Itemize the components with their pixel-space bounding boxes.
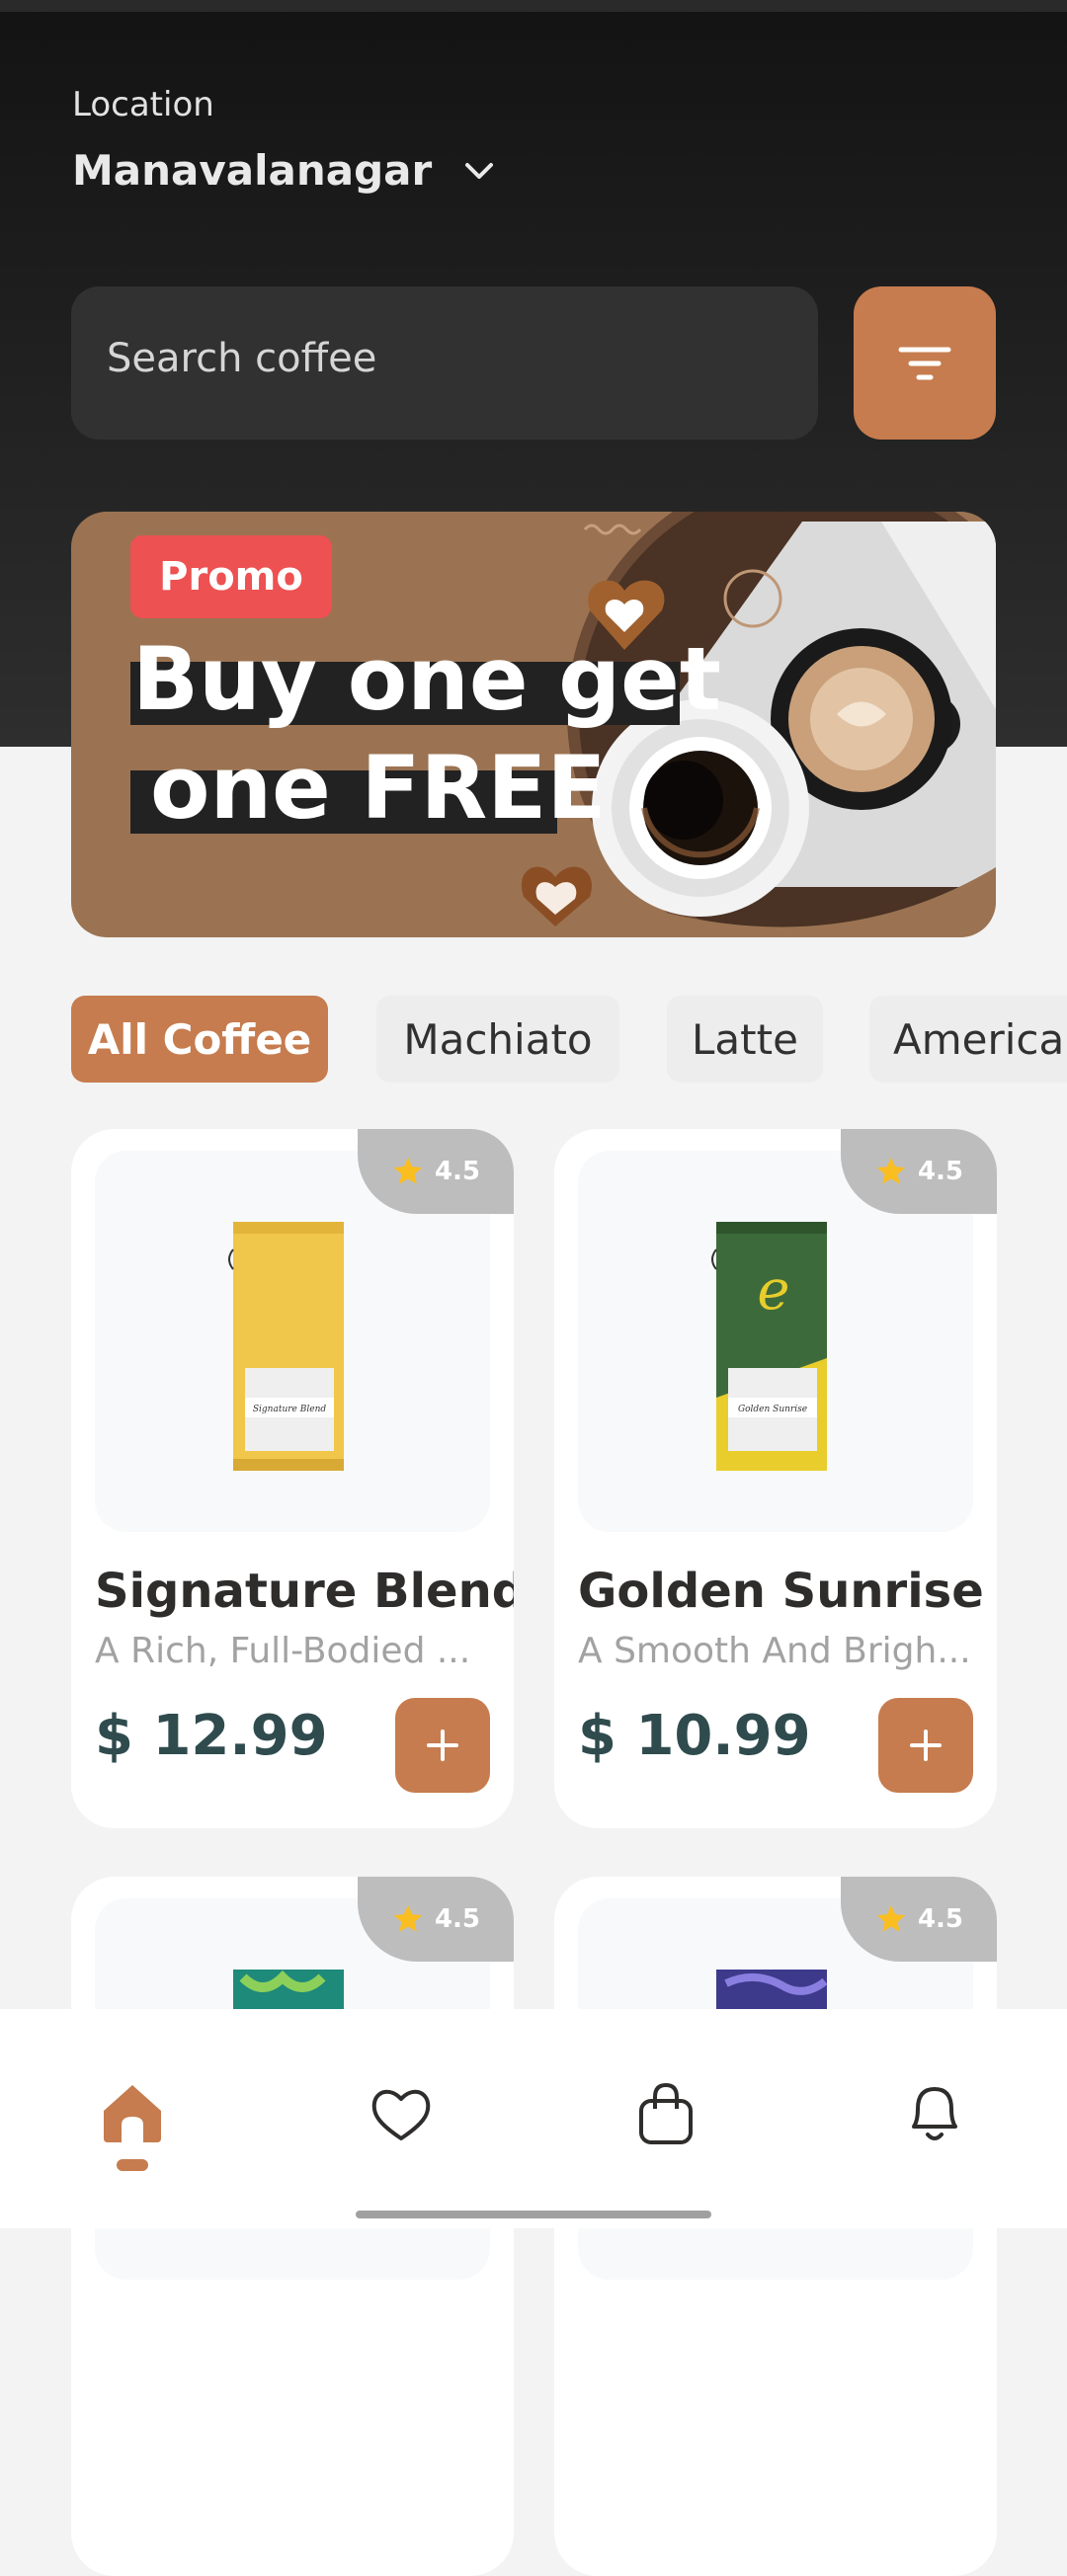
bag-label: Golden Sunrise	[738, 1405, 807, 1414]
search-input[interactable]: Search coffee	[71, 286, 818, 440]
filter-icon	[898, 347, 951, 379]
add-to-cart-button[interactable]	[878, 1698, 973, 1793]
chevron-down-icon	[465, 162, 494, 179]
rating-badge: 4.5	[358, 1129, 514, 1214]
product-card[interactable]: e Golden Sunrise 4.5 Golden Sunrise A Sm…	[554, 1129, 997, 1828]
nav-cart[interactable]	[626, 2074, 705, 2153]
promo-headline-line2: one FREE	[130, 735, 607, 842]
home-icon	[104, 2085, 161, 2142]
bag-icon	[639, 2082, 693, 2144]
product-price: $ 10.99	[578, 1704, 811, 1768]
tab-machiato[interactable]: Machiato	[376, 996, 619, 1083]
bottom-navigation	[0, 2009, 1067, 2228]
star-icon	[876, 1157, 906, 1184]
rating-value: 4.5	[434, 1904, 481, 1934]
heart-icon	[371, 2089, 431, 2140]
product-description: A Rich, Full-Bodied ...	[95, 1631, 471, 1671]
gesture-bar	[356, 2211, 711, 2218]
product-price: $ 12.99	[95, 1704, 328, 1768]
location-selector[interactable]: Manavalanagar	[72, 146, 501, 195]
filter-button[interactable]	[854, 286, 996, 440]
active-tab-indicator	[117, 2159, 148, 2171]
promo-badge: Promo	[130, 535, 332, 618]
product-description: A Smooth And Brigh...	[578, 1631, 971, 1671]
product-card[interactable]: Signature Blend 4.5 Signature Blend A Ri…	[71, 1129, 514, 1828]
tab-all-coffee[interactable]: All Coffee	[71, 996, 328, 1083]
rating-value: 4.5	[917, 1157, 964, 1186]
plus-icon	[910, 1730, 942, 1761]
nav-favorites[interactable]	[362, 2074, 441, 2153]
tab-latte[interactable]: Latte	[667, 996, 823, 1083]
rating-value: 4.5	[917, 1904, 964, 1934]
star-icon	[393, 1904, 423, 1932]
promo-headline-line1: Buy one get	[130, 626, 721, 733]
star-icon	[876, 1904, 906, 1932]
star-icon	[393, 1157, 423, 1184]
product-name: Golden Sunrise	[578, 1564, 984, 1619]
bag-label: Signature Blend	[253, 1405, 326, 1414]
plus-icon	[427, 1730, 458, 1761]
bag-logo-glyph: e	[757, 1258, 789, 1323]
rating-value: 4.5	[434, 1157, 481, 1186]
rating-badge: 4.5	[841, 1877, 997, 1962]
promo-headline-text: Buy one get	[132, 628, 721, 730]
search-placeholder: Search coffee	[107, 336, 377, 381]
location-value: Manavalanagar	[72, 146, 433, 195]
tab-america[interactable]: America	[869, 996, 1067, 1083]
category-tabs: All Coffee Machiato Latte America	[71, 996, 1067, 1083]
nav-home[interactable]	[93, 2074, 172, 2153]
promo-banner[interactable]: Promo Buy one get one FREE	[71, 512, 996, 937]
bell-icon	[912, 2087, 957, 2140]
promo-headline-text: one FREE	[150, 737, 607, 839]
rating-badge: 4.5	[841, 1129, 997, 1214]
status-bar	[0, 0, 1067, 12]
add-to-cart-button[interactable]	[395, 1698, 490, 1793]
nav-notifications[interactable]	[895, 2074, 974, 2153]
rating-badge: 4.5	[358, 1877, 514, 1962]
product-name: Signature Blend	[95, 1564, 514, 1619]
location-label: Location	[72, 85, 214, 124]
